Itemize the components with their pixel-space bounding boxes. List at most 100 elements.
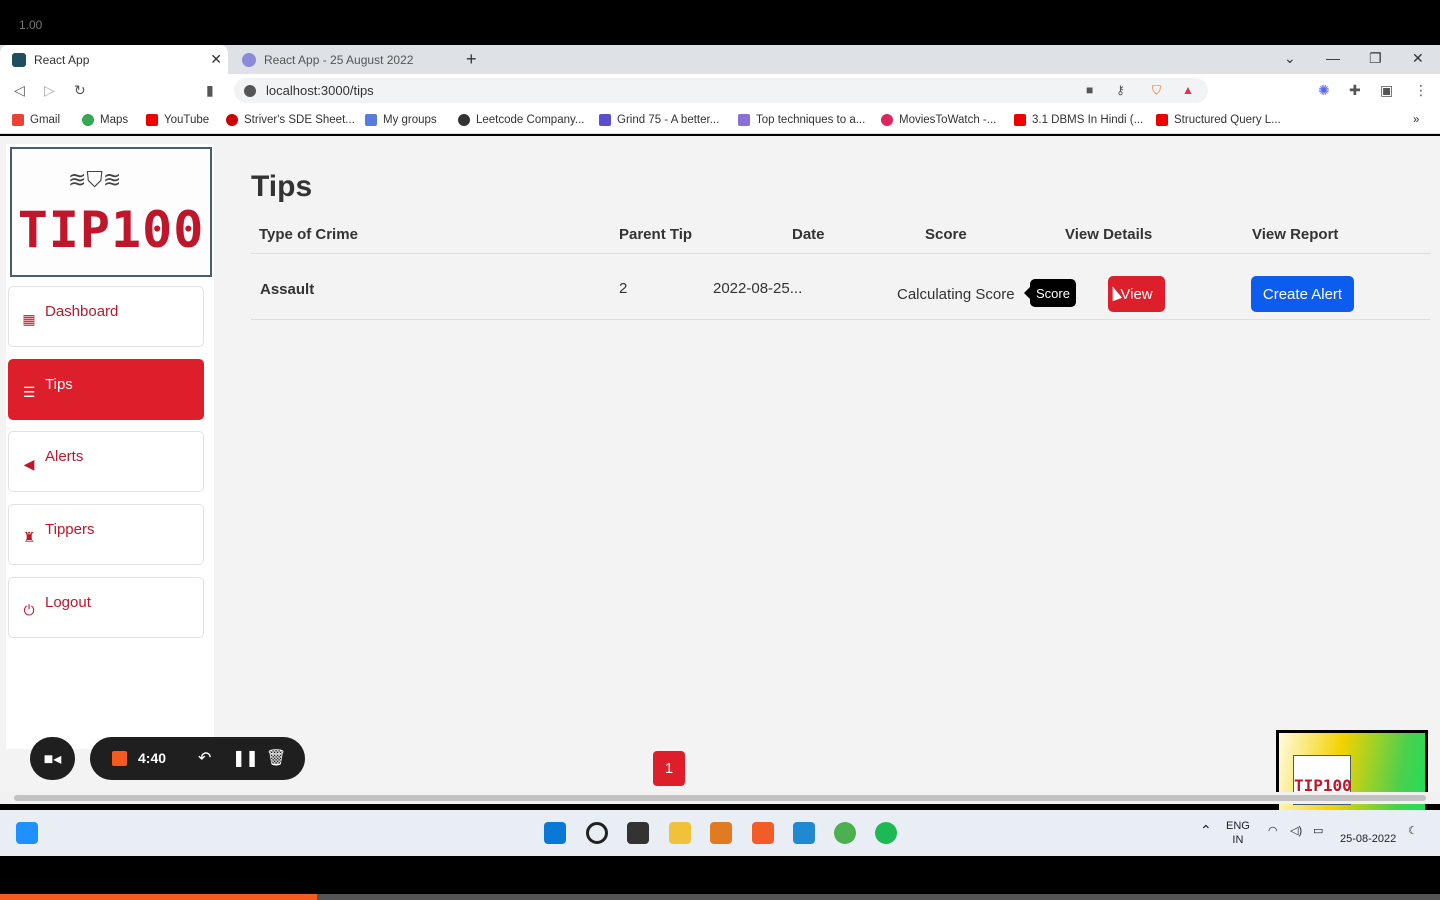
logo-text: TIP100 (17, 201, 205, 259)
wallet-icon[interactable]: ▣ (1380, 82, 1393, 99)
column-header: Type of Crime (259, 226, 358, 243)
sidebar-item-tippers[interactable]: ♜ Tippers (8, 504, 204, 565)
menu-icon[interactable]: ⋮ (1414, 82, 1428, 99)
sidebar-item-tips[interactable]: ☰ Tips (8, 359, 204, 420)
url-input[interactable]: localhost:3000/tips ■ ⚷ ⛉ ▲ (234, 78, 1208, 103)
youtube-icon (1156, 114, 1168, 126)
bookmark-maps[interactable]: Maps (82, 114, 128, 126)
brave-shield-icon[interactable]: ⛉ (1152, 83, 1161, 98)
chrome-icon[interactable] (834, 822, 856, 844)
column-header: Parent Tip (619, 226, 693, 243)
bookmarks-bar: Gmail Maps YouTube Striver's SDE Sheet..… (0, 107, 1440, 134)
wifi-icon[interactable]: ◠ (1268, 824, 1278, 838)
bookmark-gmail[interactable]: Gmail (12, 114, 60, 126)
spotify-icon[interactable] (875, 822, 897, 844)
sidebar: ≋⛉≋ TIP100 ▦ Dashboard ☰ Tips ◀ Alerts ♜… (6, 144, 214, 749)
column-header: Score (925, 226, 967, 243)
tab-react-app[interactable]: React App ✕ (0, 45, 228, 74)
address-bar-row: ◁ ▷ ↻ ▮ localhost:3000/tips ■ ⚷ ⛉ ▲ ✺ ✚ … (0, 74, 1440, 107)
score-tooltip: Score (1024, 279, 1076, 307)
stop-recording-button[interactable] (112, 751, 127, 766)
column-header: View Details (1065, 226, 1153, 243)
sidebar-item-label: Logout (45, 594, 91, 611)
bookmark-leetcode[interactable]: Leetcode Company... (458, 114, 584, 126)
pagination-current-page[interactable]: 1 (653, 751, 685, 786)
wings-icon: ≋⛉≋ (68, 167, 122, 192)
close-tab-icon[interactable]: ✕ (210, 51, 222, 68)
crime-type-cell: Assault (260, 281, 315, 298)
brave-browser-icon[interactable] (752, 822, 774, 844)
sidebar-item-dashboard[interactable]: ▦ Dashboard (8, 286, 204, 347)
reload-icon[interactable]: ↻ (74, 82, 86, 99)
horizontal-scrollbar[interactable] (0, 792, 1440, 804)
task-view-icon[interactable] (627, 822, 649, 844)
tab-label: React App (34, 52, 90, 67)
bookmark-my-groups[interactable]: My groups (365, 114, 437, 126)
widgets-icon[interactable] (16, 822, 38, 844)
notifications-icon[interactable]: ☾ (1408, 824, 1418, 838)
search-icon[interactable] (586, 822, 608, 844)
react-favicon-icon (12, 52, 26, 67)
recorder-camera-button[interactable]: ■◂ (30, 737, 75, 780)
groups-icon (365, 114, 377, 126)
browser-tab-strip: React App ✕ React App - 25 August 2022 +… (0, 45, 1440, 74)
sidebar-item-label: Alerts (45, 448, 84, 465)
site-info-icon[interactable] (244, 84, 256, 97)
movies-icon (881, 114, 893, 126)
back-icon[interactable]: ◁ (14, 82, 25, 99)
undo-icon[interactable]: ↶ (198, 748, 211, 768)
start-icon[interactable] (544, 822, 566, 844)
bookmark-movies[interactable]: MoviesToWatch -... (881, 114, 996, 126)
megaphone-icon: ◀ (23, 456, 35, 472)
sidebar-item-alerts[interactable]: ◀ Alerts (8, 431, 204, 492)
code-icon (738, 114, 750, 126)
restore-icon[interactable]: ❐ (1369, 50, 1382, 67)
brave-rewards-icon[interactable]: ▲ (1182, 83, 1194, 97)
vscode-icon[interactable] (793, 822, 815, 844)
create-alert-button[interactable]: Create Alert (1251, 276, 1354, 312)
battery-icon[interactable]: ▭ (1313, 824, 1323, 838)
column-header: Date (792, 226, 825, 243)
bookmark-sql[interactable]: Structured Query L... (1156, 114, 1281, 126)
sublime-text-icon[interactable] (710, 822, 732, 844)
more-bookmarks-icon[interactable]: » (1413, 114, 1419, 126)
column-header: View Report (1252, 226, 1339, 243)
bookmark-youtube[interactable]: YouTube (146, 114, 209, 126)
file-explorer-icon[interactable] (669, 822, 691, 844)
tab-label: React App - 25 August 2022 (264, 52, 414, 67)
close-window-icon[interactable]: ✕ (1412, 50, 1424, 67)
video-progress-bar[interactable] (0, 894, 1440, 900)
forward-icon[interactable]: ▷ (44, 82, 55, 99)
score-cell: Calculating Score (897, 286, 1015, 303)
puzzle-icon[interactable]: ✚ (1349, 82, 1361, 99)
youtube-icon (1014, 114, 1026, 126)
leetcode-icon (458, 114, 470, 126)
new-tab-icon[interactable]: + (466, 49, 477, 70)
language-indicator[interactable]: ENG IN (1226, 819, 1250, 847)
bookmark-strivers[interactable]: Striver's SDE Sheet... (226, 114, 355, 126)
bookmark-grind75[interactable]: Grind 75 - A better... (599, 114, 719, 126)
tab-react-app-2[interactable]: React App - 25 August 2022 (230, 45, 452, 74)
minimize-icon[interactable]: — (1326, 50, 1340, 66)
grid-icon: ▦ (22, 311, 36, 327)
camera-icon[interactable]: ■ (1086, 83, 1093, 97)
bookmark-icon[interactable]: ▮ (206, 82, 214, 99)
bookmark-top-techniques[interactable]: Top techniques to a... (738, 114, 865, 126)
volume-icon[interactable]: ◁) (1290, 824, 1302, 838)
show-hidden-icons[interactable]: ⌃ (1200, 823, 1212, 837)
bookmark-dbms[interactable]: 3.1 DBMS In Hindi (... (1014, 114, 1143, 126)
trash-icon[interactable]: 🗑 (266, 748, 286, 768)
player-top-bar: 1.00 (0, 0, 1440, 45)
parent-tip-cell: 2 (619, 280, 628, 297)
key-icon[interactable]: ⚷ (1116, 83, 1125, 97)
extension-icon[interactable]: ✺ (1318, 82, 1330, 99)
maps-icon (82, 114, 94, 126)
windows-taskbar: ⌃ ENG IN ◠ ◁) ▭ 25-08-2022 ☾ (0, 810, 1440, 856)
pause-icon[interactable]: ❚❚ (232, 748, 259, 768)
scrollbar-thumb[interactable] (14, 795, 1426, 801)
sidebar-item-logout[interactable]: ⏻ Logout (8, 577, 204, 638)
zoom-label: 1.00 (19, 18, 43, 32)
taskbar-date[interactable]: 25-08-2022 (1340, 832, 1396, 846)
tab-search-icon[interactable]: ⌄ (1284, 50, 1296, 67)
page-title: Tips (251, 170, 313, 203)
